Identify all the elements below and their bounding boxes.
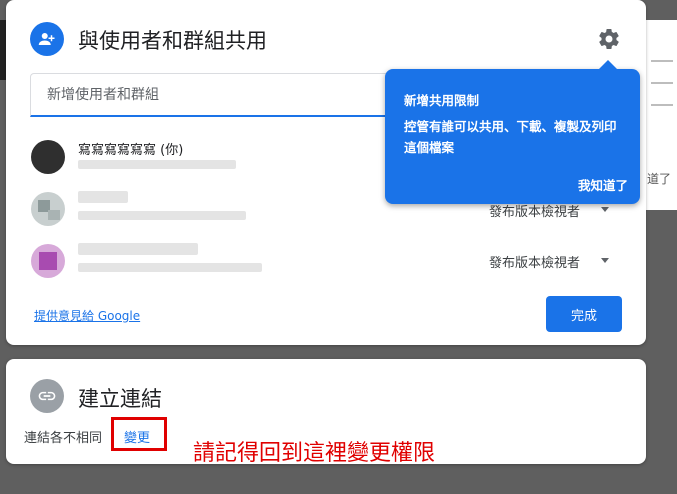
background-text: 道了 xyxy=(647,172,672,186)
link-dialog-title: 建立連結 xyxy=(78,387,162,411)
done-button[interactable]: 完成 xyxy=(546,296,622,332)
tooltip-title: 新增共用限制 xyxy=(404,93,480,108)
user-avatar xyxy=(31,140,65,174)
link-description: 連結各不相同 xyxy=(24,431,103,446)
user-avatar xyxy=(31,244,65,278)
link-icon xyxy=(30,379,64,413)
background-line xyxy=(651,82,673,84)
add-person-icon xyxy=(30,22,64,56)
tooltip-arrow xyxy=(599,60,617,69)
settings-gear-icon[interactable] xyxy=(597,27,621,51)
redacted-name xyxy=(78,191,128,203)
owner-name: 寫寫寫寫寫寫 (你) xyxy=(78,143,184,158)
sharing-restrictions-tooltip: 新增共用限制 控管有誰可以共用、下載、複製及列印這個檔案 我知道了 xyxy=(385,60,640,204)
background-line xyxy=(651,60,673,62)
add-people-input[interactable] xyxy=(45,86,389,104)
annotation-text: 請記得回到這裡變更權限 xyxy=(193,441,436,466)
redacted-email xyxy=(78,160,236,169)
redacted-name xyxy=(78,243,198,255)
role-selector[interactable]: 發布版本檢視者 xyxy=(489,252,580,271)
background-line xyxy=(651,104,673,106)
redacted-email xyxy=(78,263,262,272)
share-dialog-title: 與使用者和群組共用 xyxy=(78,29,267,53)
dropdown-arrow-icon[interactable] xyxy=(601,258,609,263)
redacted-email xyxy=(78,211,246,220)
feedback-link[interactable]: 提供意見給 Google xyxy=(34,307,140,324)
tooltip-body: 控管有誰可以共用、下載、複製及列印這個檔案 xyxy=(404,119,617,155)
tooltip-dismiss-button[interactable]: 我知道了 xyxy=(578,175,628,194)
background-document: 道了 xyxy=(645,20,677,210)
dropdown-arrow-icon[interactable] xyxy=(601,207,609,212)
user-avatar xyxy=(31,192,65,226)
highlight-box xyxy=(111,417,167,451)
